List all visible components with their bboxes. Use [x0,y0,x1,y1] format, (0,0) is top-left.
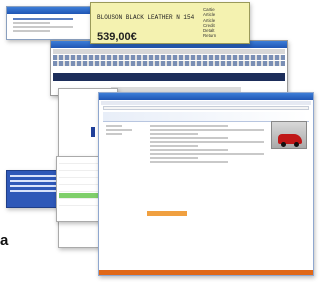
text-line [106,133,122,135]
text-line [13,22,50,24]
list-item[interactable] [59,165,99,171]
text-line [150,141,264,143]
text-line [150,137,228,139]
highlight-bar [147,211,187,216]
car-photo[interactable] [271,121,307,149]
text-line [150,157,198,159]
text-line [150,129,264,131]
text-line [150,125,228,127]
main-browser-window [98,92,314,276]
side-menu: Cartie Article Article Credit Detalt Ret… [203,7,243,39]
list-item[interactable] [59,186,99,192]
toolbar-icons[interactable] [53,55,285,60]
text-line [13,18,73,20]
text-line [106,129,132,131]
page-footer [99,270,313,275]
list-item[interactable] [59,172,99,178]
wheel [281,142,286,147]
report-bar [91,127,95,137]
item-name: BLOUSON BLACK LEATHER N 154 [97,14,195,21]
price-window: BLOUSON BLACK LEATHER N 154 539,00€ Cart… [90,2,250,44]
content-area [147,123,267,263]
price-label: 539,00€ [97,31,137,43]
text-line [10,190,58,192]
text-line [150,153,264,155]
list-window [56,156,102,222]
small-blue-body [7,171,61,199]
small-blue-window [6,170,62,208]
main-browser-titlebar[interactable] [99,93,313,100]
menu-item[interactable]: Return [203,33,243,38]
text-line [10,180,58,182]
list-item[interactable] [59,158,99,164]
nav-bar[interactable] [53,73,285,81]
list-item[interactable] [59,179,99,185]
text-line [150,145,198,147]
text-line [13,30,50,32]
address-bar[interactable] [103,106,309,110]
list-item[interactable] [59,200,99,206]
text-line [10,185,58,187]
text-line [106,125,122,127]
text-line [150,161,228,163]
text-line [13,26,73,28]
menu-bar[interactable] [53,49,285,54]
text-line [150,149,228,151]
text-line [150,133,198,135]
toolbar-icons-2[interactable] [53,61,285,66]
menu-bar[interactable] [101,101,311,105]
logo-letter: a [0,232,9,249]
left-column [103,123,143,263]
wheel [294,142,299,147]
list-item-selected[interactable] [59,193,99,199]
text-line [10,175,58,177]
